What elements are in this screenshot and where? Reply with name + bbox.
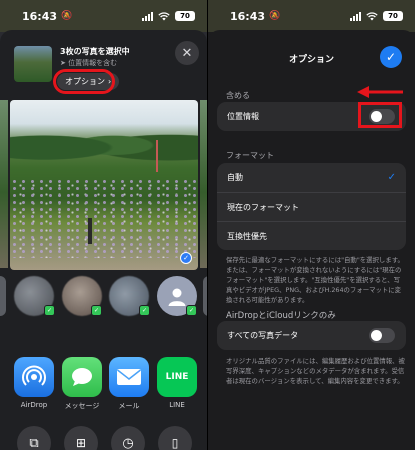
battery-icon: 70 bbox=[383, 11, 403, 21]
format-note: 保存先に最適なフォーマットにするには"自動"を選択します。または、フォーマットが… bbox=[226, 256, 404, 304]
messages-badge-icon: ✓ bbox=[139, 305, 150, 316]
done-button[interactable]: ✓ bbox=[380, 46, 402, 68]
checkmark-icon: ✓ bbox=[387, 172, 396, 183]
phone-icon: ▯ bbox=[171, 436, 179, 450]
close-icon: ✕ bbox=[181, 45, 193, 61]
message-bubble-icon bbox=[72, 368, 92, 386]
selection-title: 3枚の写真を選択中 bbox=[60, 47, 130, 56]
mail-app-button[interactable] bbox=[109, 357, 149, 397]
messages-badge-icon: ✓ bbox=[44, 305, 55, 316]
highlight-box bbox=[358, 102, 402, 128]
wifi-icon bbox=[158, 11, 170, 20]
album-add-icon: ⊞ bbox=[75, 436, 87, 450]
clock-icon: ◷ bbox=[122, 435, 134, 450]
photo-selected-checkmark-icon: ✓ bbox=[180, 252, 192, 264]
cellular-signal-icon bbox=[142, 11, 153, 21]
silent-mode-icon: 🔕 bbox=[61, 11, 73, 21]
messages-app-button[interactable] bbox=[62, 357, 102, 397]
mail-label: メール bbox=[118, 402, 140, 410]
wifi-icon bbox=[366, 11, 378, 20]
battery-icon: 70 bbox=[175, 11, 195, 21]
airdrop-label: AirDrop bbox=[20, 401, 48, 409]
format-option-auto[interactable]: 自動 ✓ bbox=[217, 163, 406, 192]
all-photo-data-toggle[interactable] bbox=[369, 328, 395, 343]
selection-thumbnail bbox=[14, 46, 52, 82]
status-bar: 16:43 🔕 70 bbox=[208, 0, 415, 32]
selection-subtitle: ➤ 位置情報を含む bbox=[60, 59, 118, 67]
airdrop-section-header: AirDropとiCloudリンクのみ bbox=[226, 311, 336, 321]
include-section-header: 含める bbox=[226, 91, 250, 100]
selected-photo-preview[interactable] bbox=[10, 100, 198, 270]
messages-badge-icon: ✓ bbox=[186, 305, 197, 316]
location-label: 位置情報 bbox=[227, 112, 259, 121]
copy-icon: ⧉ bbox=[29, 435, 39, 450]
share-sheet-screen: 16:43 🔕 70 3枚の写真を選択中 ➤ 位置情報を含む オプション › ✕… bbox=[0, 0, 207, 450]
messages-badge-icon: ✓ bbox=[91, 305, 102, 316]
status-time: 16:43 bbox=[22, 9, 58, 23]
airdrop-app-button[interactable] bbox=[14, 357, 54, 397]
close-button[interactable]: ✕ bbox=[175, 41, 199, 65]
envelope-icon bbox=[117, 369, 141, 385]
cellular-signal-icon bbox=[350, 11, 361, 21]
airdrop-group: すべての写真データ bbox=[217, 321, 406, 350]
airdrop-icon bbox=[22, 365, 46, 386]
contact-avatar-partial[interactable] bbox=[0, 276, 6, 316]
checkmark-icon: ✓ bbox=[385, 50, 397, 64]
status-bar: 16:43 🔕 70 bbox=[0, 0, 207, 32]
line-logo-icon: LINE bbox=[165, 372, 189, 382]
highlight-oval bbox=[53, 69, 115, 94]
all-photo-data-row: すべての写真データ bbox=[217, 321, 406, 350]
previous-photo-edge[interactable] bbox=[0, 100, 8, 268]
format-group: 自動 ✓ 現在のフォーマット 互換性優先 bbox=[217, 163, 406, 250]
next-photo-edge[interactable] bbox=[200, 100, 207, 268]
status-time: 16:43 bbox=[230, 9, 266, 23]
person-icon bbox=[168, 288, 186, 306]
messages-label: メッセージ bbox=[64, 402, 100, 410]
line-label: LINE bbox=[169, 401, 185, 409]
line-app-button[interactable]: LINE bbox=[157, 357, 197, 397]
airdrop-note: オリジナル品質のファイルには、編集履歴および位置情報、被写界深度、キャプションな… bbox=[226, 357, 405, 385]
format-option-compatible[interactable]: 互換性優先 bbox=[217, 221, 406, 250]
location-arrow-icon: ➤ bbox=[60, 59, 66, 67]
highlight-arrow-icon bbox=[357, 86, 403, 98]
all-photo-data-label: すべての写真データ bbox=[227, 331, 299, 340]
format-option-current[interactable]: 現在のフォーマット bbox=[217, 192, 406, 221]
silent-mode-icon: 🔕 bbox=[269, 11, 281, 21]
format-section-header: フォーマット bbox=[226, 151, 274, 160]
